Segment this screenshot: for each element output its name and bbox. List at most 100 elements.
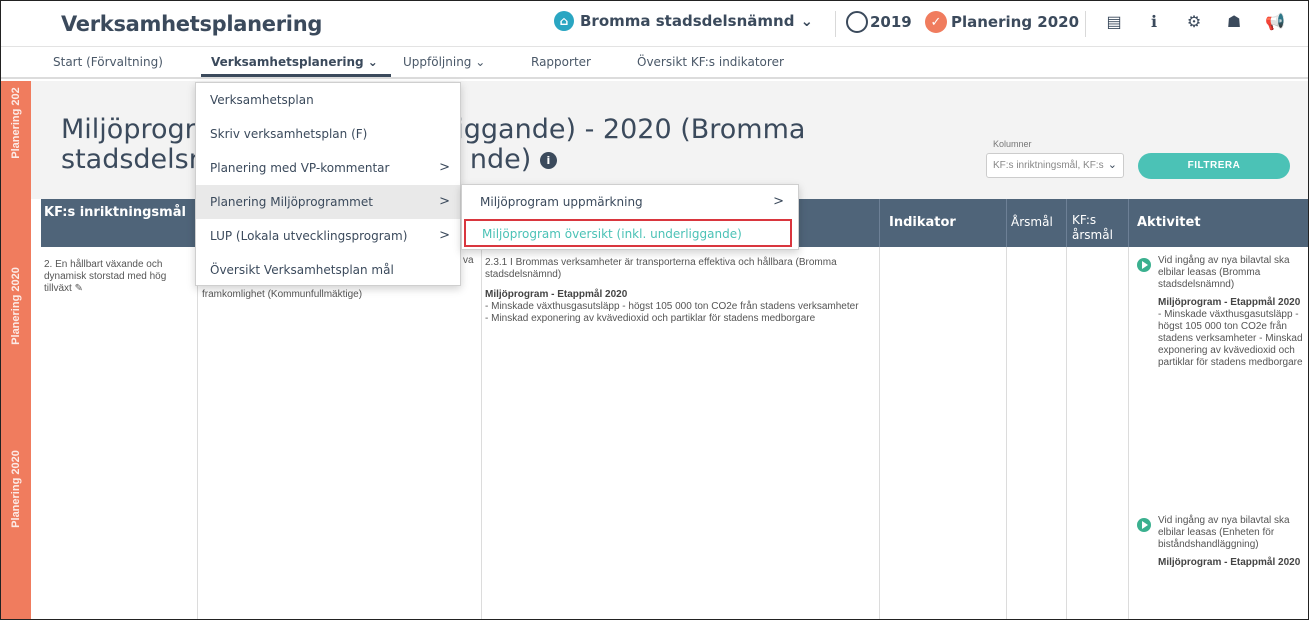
settings-icon[interactable]: ⚙ xyxy=(1185,12,1203,32)
divider xyxy=(481,247,482,619)
nav-oversikt-indikatorer[interactable]: Översikt KF:s indikatorer xyxy=(637,55,784,69)
goal-line: - Minskade växthusgasutsläpp - högst 105… xyxy=(1158,309,1303,368)
cell-col3-text: 2.3.1 I Brommas verksamheter är transpor… xyxy=(485,257,837,280)
menu-item-label: Planering Miljöprogrammet xyxy=(210,195,373,209)
submenu-item-uppmarkning[interactable]: Miljöprogram uppmärkning > xyxy=(462,187,798,217)
columns-label: Kolumner xyxy=(993,139,1032,149)
plan-2020-label: Planering 2020 xyxy=(951,13,1080,31)
submenu-item-oversikt[interactable]: Miljöprogram översikt (inkl. underliggan… xyxy=(464,219,792,247)
chevron-right-icon: > xyxy=(773,194,784,209)
divider xyxy=(1085,11,1086,37)
year-2019-label: 2019 xyxy=(870,13,912,31)
divider xyxy=(197,247,198,619)
columns-select-value: KF:s inriktningsmål, KF:s xyxy=(993,160,1104,171)
divider xyxy=(1128,247,1129,619)
org-name: Bromma stadsdelsnämnd xyxy=(580,12,795,30)
filter-button[interactable]: FILTRERA xyxy=(1138,153,1290,179)
activity-text: Vid ingång av nya bilavtal ska elbilar l… xyxy=(1158,255,1290,290)
columns-select[interactable]: KF:s inriktningsmål, KF:s ⌄ xyxy=(986,153,1124,178)
info-icon[interactable]: ℹ xyxy=(1145,12,1163,32)
col-header-aktivitet[interactable]: Aktivitet xyxy=(1137,215,1201,230)
nav-verksamhetsplanering[interactable]: Verksamhetsplanering ⌄ xyxy=(211,55,378,69)
divider xyxy=(835,11,836,37)
strip-label: Planering 2020 xyxy=(10,450,22,528)
print-icon[interactable]: ▤ xyxy=(1105,12,1123,32)
strip-label: Planering 2020 xyxy=(10,267,22,345)
col-header-arsmal[interactable]: Årsmål xyxy=(1011,215,1053,230)
miljoprogram-submenu: Miljöprogram uppmärkning > Miljöprogram … xyxy=(461,184,799,250)
org-selector[interactable]: ⌂ Bromma stadsdelsnämnd ⌄ xyxy=(554,11,813,31)
menu-item-planering-miljoprogrammet[interactable]: Planering Miljöprogrammet > xyxy=(196,185,460,219)
cell-kf-mal-text: 2. En hållbart växande och dynamisk stor… xyxy=(44,259,167,294)
main-nav: Start (Förvaltning) Verksamhetsplanering… xyxy=(1,47,1308,79)
divider xyxy=(1128,199,1129,247)
goal-title: Miljöprogram - Etappmål 2020 xyxy=(1158,297,1301,308)
menu-item-planering-vp-kommentar[interactable]: Planering med VP-kommentar > xyxy=(196,151,460,185)
top-icon-group: ▤ ℹ ⚙ ☗ 📢 xyxy=(1105,12,1285,32)
play-icon[interactable] xyxy=(1137,258,1151,272)
chevron-right-icon: > xyxy=(439,160,450,175)
activity-item[interactable]: Vid ingång av nya bilavtal ska elbilar l… xyxy=(1137,255,1308,369)
menu-item-lup[interactable]: LUP (Lokala utvecklingsprogram) > xyxy=(196,219,460,253)
submenu-item-label: Miljöprogram uppmärkning xyxy=(480,195,643,209)
menu-item-label: LUP (Lokala utvecklingsprogram) xyxy=(210,229,408,243)
menu-item-skriv-verksamhetsplan[interactable]: Skriv verksamhetsplan (F) xyxy=(196,117,460,151)
chevron-down-icon: ⌄ xyxy=(800,12,814,30)
app-title[interactable]: Verksamhetsplanering xyxy=(61,12,322,36)
play-icon[interactable] xyxy=(1137,518,1151,532)
goal-title: Miljöprogram - Etappmål 2020 xyxy=(1158,557,1301,568)
page-title-part: stadsdelsn xyxy=(61,144,206,175)
goal-line: - Minskade växthusgasutsläpp - högst 105… xyxy=(485,301,859,312)
menu-item-oversikt-vp-mal[interactable]: Översikt Verksamhetsplan mål xyxy=(196,253,460,287)
megaphone-icon[interactable]: 📢 xyxy=(1265,12,1285,32)
goal-line: - Minskad exponering av kvävedioxid och … xyxy=(485,313,816,324)
page-title: Miljöprogra iggande) - 2020 (Bromma stads… xyxy=(61,115,881,175)
activity-text: Vid ingång av nya bilavtal ska elbilar l… xyxy=(1158,515,1290,550)
radio-empty-icon xyxy=(846,11,868,33)
nav-uppfoljning[interactable]: Uppföljning ⌄ xyxy=(403,55,485,69)
page-title-part: Miljöprogra xyxy=(61,114,213,145)
planning-strip: Planering 202 Planering 2020 Planering 2… xyxy=(1,81,31,619)
submenu-item-label: Miljöprogram översikt (inkl. underliggan… xyxy=(482,227,742,241)
table-row: 2. En hållbart växande och dynamisk stor… xyxy=(41,247,1308,619)
page-title-part: iggande) - 2020 (Bromma xyxy=(456,114,806,145)
top-bar: Verksamhetsplanering ⌂ Bromma stadsdelsn… xyxy=(1,1,1308,47)
chevron-right-icon: > xyxy=(439,228,450,243)
chevron-right-icon: > xyxy=(439,194,450,209)
active-tab-indicator xyxy=(201,74,391,77)
divider xyxy=(1006,199,1007,247)
menu-item-label: Översikt Verksamhetsplan mål xyxy=(210,263,394,277)
app-frame: Verksamhetsplanering ⌂ Bromma stadsdelsn… xyxy=(0,0,1309,620)
cell-col2-text: framkomlighet (Kommunfullmäktige) xyxy=(202,289,363,300)
year-2019-option[interactable]: 2019 xyxy=(846,11,912,33)
col-header-indikator[interactable]: Indikator xyxy=(889,215,956,230)
menu-item-verksamhetsplan[interactable]: Verksamhetsplan xyxy=(196,83,460,117)
cell-col2-prefix: va xyxy=(463,255,474,266)
col-header-kf-mal[interactable]: KF:s inriktningsmål xyxy=(44,205,194,220)
plan-2020-option[interactable]: ✓ Planering 2020 xyxy=(925,11,1079,33)
chevron-down-icon: ⌄ xyxy=(1107,159,1117,171)
nav-rapporter[interactable]: Rapporter xyxy=(531,55,591,69)
menu-item-label: Verksamhetsplan xyxy=(210,93,314,107)
menu-item-label: Planering med VP-kommentar xyxy=(210,161,390,175)
menu-item-label: Skriv verksamhetsplan (F) xyxy=(210,127,368,141)
divider xyxy=(1006,247,1007,619)
org-icon: ⌂ xyxy=(554,11,574,31)
pin-icon[interactable]: ✎ xyxy=(75,283,83,294)
cell-kf-mal: 2. En hållbart växande och dynamisk stor… xyxy=(44,259,189,295)
nav-start[interactable]: Start (Förvaltning) xyxy=(53,55,163,69)
user-icon[interactable]: ☗ xyxy=(1225,12,1243,32)
divider xyxy=(1066,199,1067,247)
verksamhetsplanering-menu: Verksamhetsplan Skriv verksamhetsplan (F… xyxy=(195,82,461,286)
cell-col2: framkomlighet (Kommunfullmäktige) xyxy=(202,289,472,301)
divider xyxy=(879,247,880,619)
cell-col3: 2.3.1 I Brommas verksamheter är transpor… xyxy=(485,257,865,325)
goal-title: Miljöprogram - Etappmål 2020 xyxy=(485,289,628,300)
check-icon: ✓ xyxy=(925,11,947,33)
info-icon[interactable]: i xyxy=(539,152,557,169)
col-header-kf-arsmal[interactable]: KF:s årsmål xyxy=(1072,213,1113,243)
strip-label: Planering 202 xyxy=(10,87,22,159)
page-title-part: nde) xyxy=(469,144,532,175)
activity-item[interactable]: Vid ingång av nya bilavtal ska elbilar l… xyxy=(1137,515,1308,569)
divider xyxy=(1066,247,1067,619)
